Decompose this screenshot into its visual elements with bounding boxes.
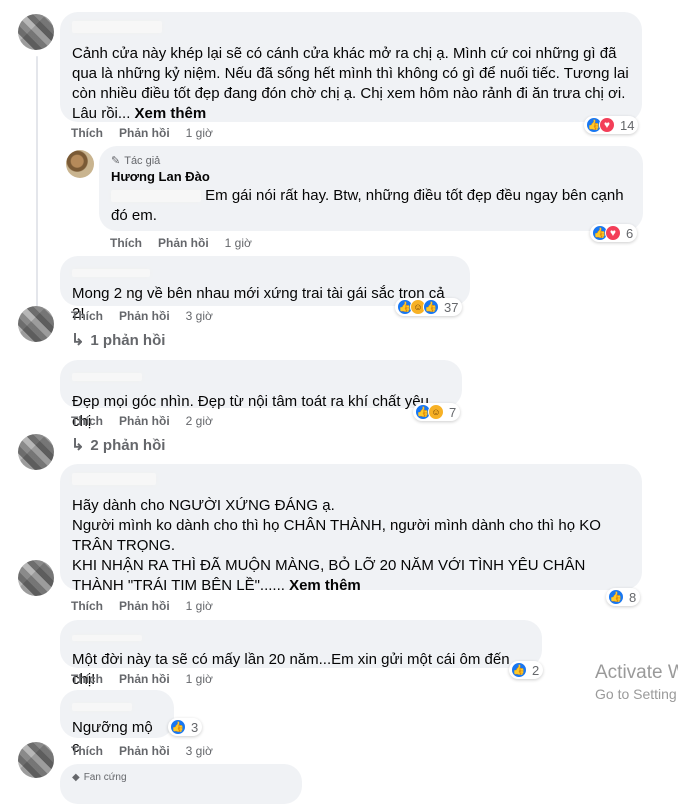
reaction-count: 6 — [626, 225, 634, 241]
reply-button[interactable]: Phản hồi — [119, 744, 170, 758]
like-button[interactable]: Thích — [71, 309, 103, 323]
like-button[interactable]: Thích — [71, 744, 103, 758]
reply-arrow-icon: ↳ — [71, 332, 85, 349]
reaction-summary[interactable]: 👍 ☺ 👍 37 — [395, 298, 463, 316]
reply-button[interactable]: Phản hồi — [119, 414, 170, 428]
reaction-count: 7 — [449, 404, 457, 420]
comment-actions: Thích Phản hồi 1 giờ — [110, 236, 268, 250]
author-name-redacted — [72, 269, 150, 277]
author-avatar[interactable] — [66, 150, 94, 178]
reaction-summary[interactable]: 👍 8 — [606, 588, 641, 606]
activation-watermark-subtitle: Go to Setting — [595, 686, 677, 702]
comment-bubble: Đẹp mọi góc nhìn. Đẹp từ nội tâm toát ra… — [60, 360, 462, 430]
reply-button[interactable]: Phản hồi — [158, 236, 209, 250]
pencil-icon: ✎ — [111, 155, 121, 167]
like-reaction-icon: 👍 — [423, 299, 439, 315]
reaction-summary[interactable]: 👍 2 — [509, 661, 544, 679]
author-name[interactable]: Hương Lan Đào — [111, 169, 631, 184]
reply-button[interactable]: Phản hồi — [119, 672, 170, 686]
reaction-summary[interactable]: 👍 ☺ 7 — [413, 403, 461, 421]
comment-bubble: ◆ Fan cứng — [60, 764, 302, 804]
like-button[interactable]: Thích — [110, 236, 142, 250]
like-reaction-icon: 👍 — [170, 719, 186, 735]
reply-button[interactable]: Phản hồi — [119, 599, 170, 613]
avatar[interactable] — [18, 14, 54, 50]
comment-actions: Thích Phản hồi 1 giờ — [71, 126, 229, 140]
timestamp[interactable]: 2 giờ — [186, 414, 213, 428]
comment-actions: Thích Phản hồi 3 giờ — [71, 744, 229, 758]
reaction-summary[interactable]: 👍 ♥ 14 — [584, 116, 639, 134]
reaction-count: 37 — [444, 299, 459, 315]
diamond-icon: ◆ — [72, 772, 80, 783]
like-button[interactable]: Thích — [71, 126, 103, 140]
comment-bubble: Hãy dành cho NGƯỜI XỨNG ĐÁNG ạ. Người mì… — [60, 464, 642, 594]
like-reaction-icon: 👍 — [511, 662, 527, 678]
reaction-count: 8 — [629, 589, 637, 605]
view-replies-link[interactable]: ↳ 1 phản hồi — [71, 330, 165, 350]
author-badge: ✎ Tác giả — [111, 154, 161, 168]
comment-actions: Thích Phản hồi 3 giờ — [71, 309, 229, 323]
activation-watermark-title: Activate W — [595, 662, 678, 683]
reply-button[interactable]: Phản hồi — [119, 126, 170, 140]
view-replies-link[interactable]: ↳ 2 phản hồi — [71, 435, 165, 455]
reaction-count: 3 — [191, 719, 199, 735]
author-name-redacted — [72, 21, 162, 33]
avatar[interactable] — [18, 434, 54, 470]
author-name-redacted — [72, 473, 156, 485]
see-more-link[interactable]: Xem thêm — [289, 577, 361, 594]
reply-arrow-icon: ↳ — [71, 437, 85, 454]
reaction-summary[interactable]: 👍 3 — [168, 718, 203, 736]
timestamp[interactable]: 1 giờ — [225, 236, 252, 250]
reply-button[interactable]: Phản hồi — [119, 309, 170, 323]
author-name-redacted — [72, 635, 142, 641]
timestamp[interactable]: 1 giờ — [186, 672, 213, 686]
avatar[interactable] — [18, 306, 54, 342]
love-reaction-icon: ♥ — [599, 117, 615, 133]
comment-actions: Thích Phản hồi 1 giờ — [71, 672, 229, 686]
timestamp[interactable]: 1 giờ — [186, 126, 213, 140]
comment-actions: Thích Phản hồi 1 giờ — [71, 599, 229, 613]
like-reaction-icon: 👍 — [608, 589, 624, 605]
fan-badge: ◆ Fan cứng — [72, 772, 127, 783]
comment-text: Hãy dành cho NGƯỜI XỨNG ĐÁNG ạ. Người mì… — [72, 497, 601, 594]
timestamp[interactable]: 1 giờ — [186, 599, 213, 613]
love-reaction-icon: ♥ — [605, 225, 621, 241]
see-more-link[interactable]: Xem thêm — [135, 105, 207, 122]
like-button[interactable]: Thích — [71, 672, 103, 686]
comment-bubble: Ngưỡng mộ c — [60, 690, 174, 756]
reaction-summary[interactable]: 👍 ♥ 6 — [590, 224, 638, 242]
comment-bubble: Cảnh cửa này khép lại sẽ có cánh cửa khá… — [60, 12, 642, 122]
mentioned-name-redacted — [111, 190, 201, 203]
comment-text: Cảnh cửa này khép lại sẽ có cánh cửa khá… — [72, 45, 629, 122]
comment-actions: Thích Phản hồi 2 giờ — [71, 414, 229, 428]
reply-bubble: ✎ Tác giả Hương Lan Đào Em gái nói rất ha… — [99, 146, 643, 231]
avatar[interactable] — [18, 742, 54, 778]
like-button[interactable]: Thích — [71, 599, 103, 613]
comment-text: Em gái nói rất hay. Btw, những điều tốt … — [111, 187, 624, 224]
timestamp[interactable]: 3 giờ — [186, 744, 213, 758]
like-button[interactable]: Thích — [71, 414, 103, 428]
avatar[interactable] — [18, 560, 54, 596]
reaction-count: 14 — [620, 117, 635, 133]
author-name-redacted — [72, 703, 132, 711]
author-name-redacted — [72, 373, 142, 381]
timestamp[interactable]: 3 giờ — [186, 309, 213, 323]
haha-reaction-icon: ☺ — [428, 404, 444, 420]
reaction-count: 2 — [532, 662, 540, 678]
comment-bubble: Một đời này ta sẽ có mấy lần 20 năm...Em… — [60, 620, 542, 688]
thread-line — [36, 56, 38, 336]
